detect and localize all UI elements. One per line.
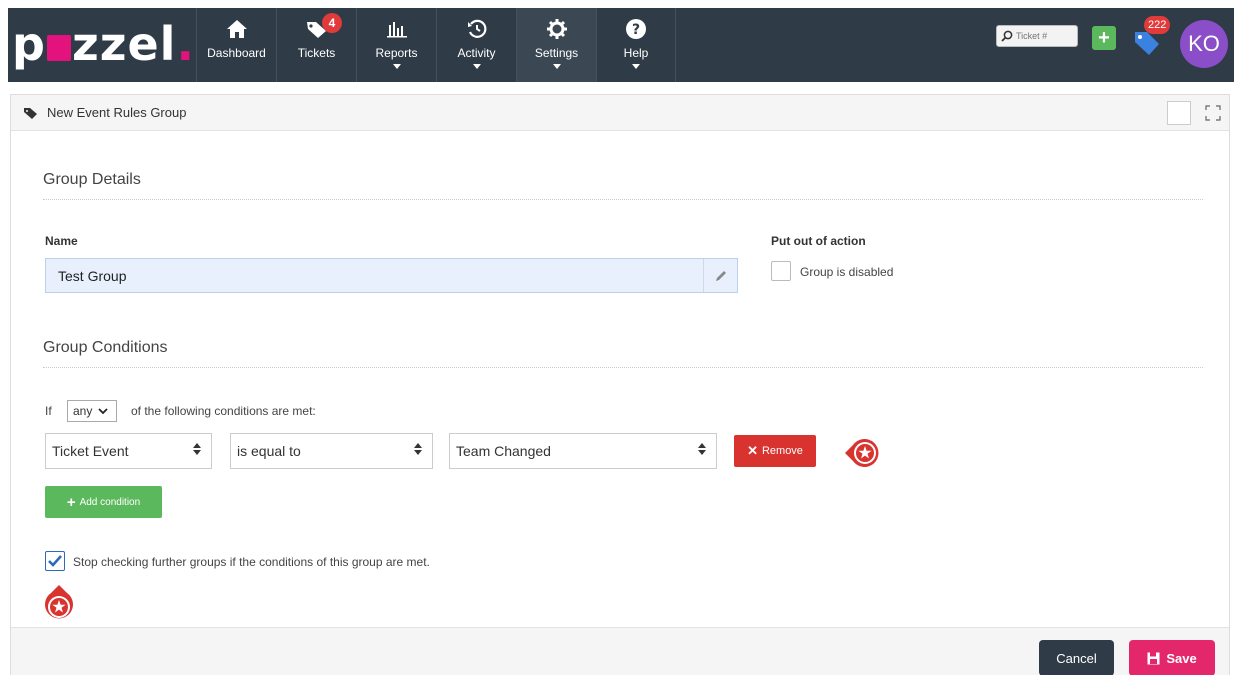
chevron-down-icon [392,64,401,69]
nav-activity-label: Activity [457,46,496,60]
close-icon: ✕ [747,443,758,458]
plus-icon: + [66,493,76,511]
logo-text-pre: p [12,17,46,71]
save-label: Save [1166,650,1197,666]
search-icon [1001,30,1013,42]
bar-chart-icon [386,18,408,40]
group-details-heading: Group Details [43,171,141,188]
if-label: If [45,404,52,418]
nav-tickets[interactable]: 4 Tickets [276,8,356,82]
nav-settings[interactable]: Settings [516,8,596,82]
logo-dot: . [176,17,195,71]
save-button[interactable]: Save [1129,640,1215,675]
cancel-button[interactable]: Cancel [1039,640,1114,675]
svg-text:?: ? [632,22,640,38]
condition-value-select[interactable]: Team Changed [449,433,717,469]
stop-checking-label: Stop checking further groups if the cond… [73,555,430,569]
logo[interactable]: p zzel. [12,14,195,74]
panel-option-box[interactable] [1167,101,1191,125]
navbar: p zzel. Dashboard 4 Tickets Reports Acti… [8,8,1234,82]
tickets-badge: 4 [322,13,342,33]
avatar[interactable]: KO [1180,20,1228,68]
annotation-marker-icon [845,439,879,467]
event-rules-panel: New Event Rules Group Group Details Name… [10,94,1230,675]
logo-text-post: zzel [71,17,177,71]
nav-activity[interactable]: Activity [436,8,516,82]
nav-dashboard-label: Dashboard [207,46,266,60]
sort-icon [698,443,706,455]
group-conditions-heading: Group Conditions [43,339,168,356]
logo-mark [46,35,71,61]
group-disabled-checkbox[interactable] [771,261,791,281]
notifications-button[interactable]: 222 [1132,16,1171,62]
chevron-down-icon [98,408,108,415]
match-mode-select[interactable]: any [67,400,117,422]
nav-reports[interactable]: Reports [356,8,436,82]
remove-condition-button[interactable]: ✕ Remove [734,435,816,467]
divider [43,367,1203,368]
nav-help[interactable]: ? Help [596,8,676,82]
edit-icon[interactable] [703,259,737,292]
name-input[interactable] [46,259,696,292]
chevron-down-icon [632,64,640,69]
chevron-down-icon [552,64,561,69]
history-icon [466,18,488,40]
add-condition-button[interactable]: + Add condition [45,486,162,518]
divider [43,199,1203,200]
nav-tickets-label: Tickets [297,46,336,60]
out-of-action-label: Put out of action [771,234,866,248]
remove-label: Remove [761,445,803,457]
save-icon [1147,652,1160,665]
condition-operator-value: is equal to [237,443,301,459]
top-bar: p zzel. Dashboard 4 Tickets Reports Acti… [0,0,1234,88]
panel-header: New Event Rules Group [11,95,1229,131]
create-ticket-button[interactable]: + [1092,26,1116,50]
main-nav: Dashboard 4 Tickets Reports Activity Set… [196,8,676,82]
nav-reports-label: Reports [375,46,418,60]
tag-icon [24,107,37,119]
notifications-badge: 222 [1144,16,1171,34]
checkmark-icon [48,555,62,567]
annotation-marker-icon [45,585,73,619]
expand-icon[interactable] [1203,103,1223,123]
home-icon [226,18,248,40]
ticket-search-input[interactable] [1016,31,1076,41]
stop-checking-checkbox[interactable] [45,551,65,571]
page: p zzel. Dashboard 4 Tickets Reports Acti… [0,0,1234,675]
match-mode-value: any [73,404,93,418]
chevron-down-icon [472,64,481,69]
add-condition-label: Add condition [79,496,141,508]
nav-help-label: Help [623,46,649,60]
condition-field-select[interactable]: Ticket Event [45,433,212,469]
condition-field-value: Ticket Event [52,443,129,459]
condition-operator-select[interactable]: is equal to [230,433,433,469]
name-label: Name [45,234,78,248]
nav-dashboard[interactable]: Dashboard [196,8,276,82]
condition-value-value: Team Changed [456,443,551,459]
conditions-suffix: of the following conditions are met: [131,404,316,418]
sort-icon [193,443,201,455]
gear-icon [546,18,568,40]
group-disabled-label: Group is disabled [800,265,894,279]
panel-title: New Event Rules Group [47,105,187,120]
nav-settings-label: Settings [534,46,579,60]
sort-icon [414,443,422,455]
name-field[interactable] [45,258,738,293]
help-icon: ? [625,18,647,40]
ticket-search[interactable] [996,25,1078,47]
